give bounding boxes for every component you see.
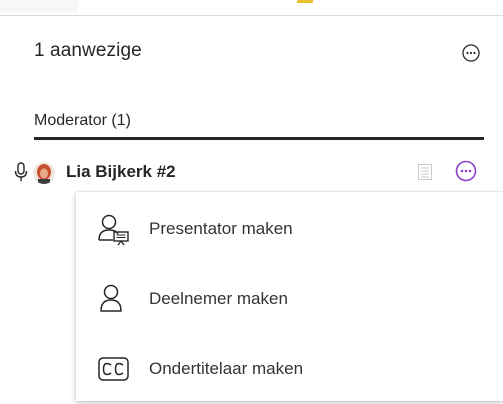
microphone-icon[interactable] <box>14 162 28 182</box>
presenter-icon <box>96 211 132 247</box>
menu-item-label: Ondertitelaar maken <box>149 359 304 378</box>
menu-item-label: Deelnemer maken <box>149 289 288 308</box>
more-options-icon[interactable] <box>462 44 480 62</box>
menu-item-make-presenter[interactable]: Presentator maken <box>76 194 503 264</box>
attendee-count-title: 1 aanwezige <box>34 40 142 61</box>
participant-options-menu: Presentator maken Deelnemer maken Ondert… <box>76 192 503 401</box>
menu-item-label: Presentator maken <box>149 219 293 238</box>
participant-more-options-icon[interactable] <box>455 160 477 182</box>
section-divider <box>34 137 484 140</box>
participant-row[interactable]: Lia Bijkerk #2 <box>0 148 503 196</box>
top-strip <box>0 0 503 14</box>
top-divider <box>0 15 503 16</box>
captioner-cc-icon <box>96 351 132 387</box>
top-strip-accent <box>297 0 313 3</box>
menu-item-make-captioner[interactable]: Ondertitelaar maken <box>76 334 503 404</box>
moderator-section-title: Moderator (1) <box>34 112 131 129</box>
menu-item-make-participant[interactable]: Deelnemer maken <box>76 264 503 334</box>
notes-icon[interactable] <box>418 164 432 180</box>
avatar <box>33 162 55 184</box>
top-strip-left <box>0 0 78 12</box>
participant-icon <box>96 281 132 317</box>
participant-name: Lia Bijkerk #2 <box>66 162 176 181</box>
